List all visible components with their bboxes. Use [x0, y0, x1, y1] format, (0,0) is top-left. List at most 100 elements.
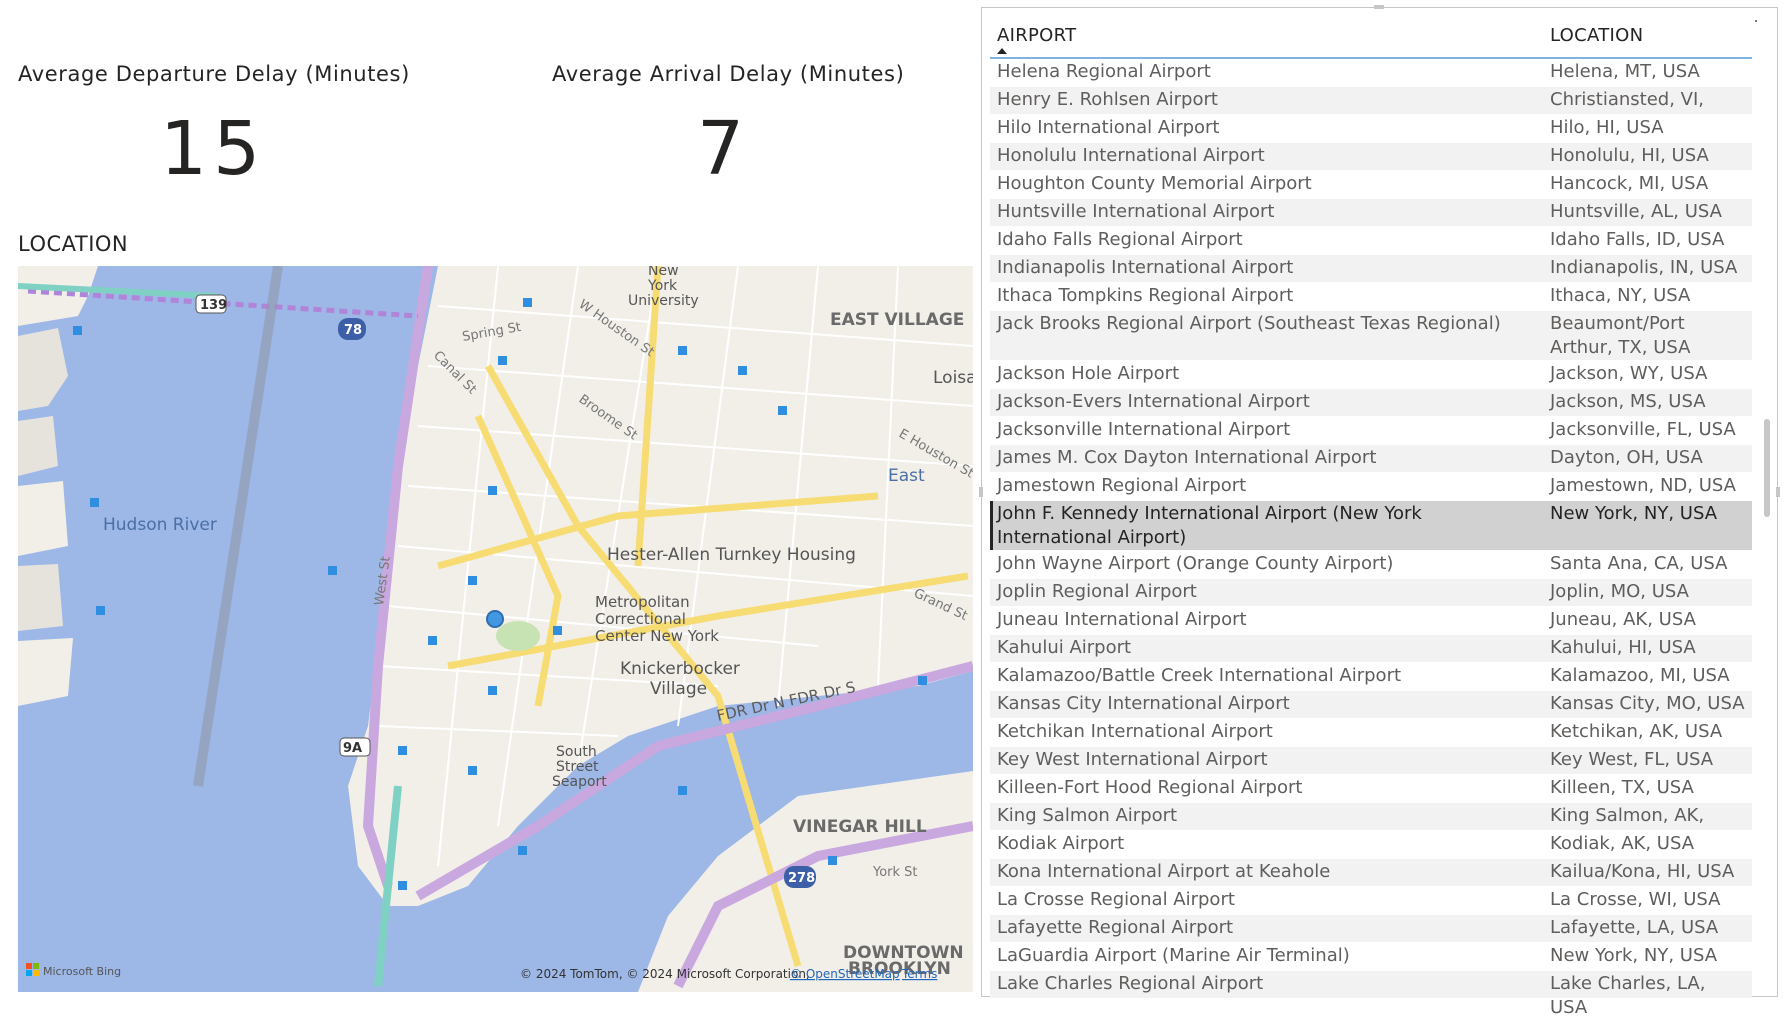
cell-airport: La Crosse Regional Airport: [997, 889, 1235, 910]
cell-location: Jamestown, ND, USA: [1550, 475, 1736, 496]
map-visual[interactable]: EAST VILLAGE East VINEGAR HILL DOWNTOWN …: [18, 266, 973, 992]
cell-airport: Honolulu International Airport: [997, 145, 1265, 166]
table-row[interactable]: Joplin Regional Airport Joplin, MO, USA: [990, 579, 1752, 607]
cell-location: Indianapolis, IN, USA: [1550, 257, 1738, 278]
table-row[interactable]: La Crosse Regional Airport La Crosse, WI,…: [990, 887, 1752, 915]
table-row[interactable]: Indianapolis International Airport Indian…: [990, 255, 1752, 283]
table-row[interactable]: Jacksonville International Airport Jackso…: [990, 417, 1752, 445]
cell-location: Jackson, WY, USA: [1550, 363, 1708, 384]
shield-139: 139: [200, 298, 227, 313]
cell-airport: Kahului Airport: [997, 637, 1132, 658]
nj-pier-3: [18, 481, 68, 556]
bing-logo-text: Microsoft Bing: [43, 965, 121, 978]
cell-location: Kahului, HI, USA: [1550, 637, 1696, 658]
arrival-delay-title: Average Arrival Delay (Minutes): [552, 62, 905, 86]
location-bubble[interactable]: [486, 610, 504, 628]
cell-airport: Kalamazoo/Battle Creek International Air…: [997, 665, 1402, 686]
map-canvas[interactable]: EAST VILLAGE East VINEGAR HILL DOWNTOWN …: [18, 266, 973, 992]
nj-pier-2: [18, 416, 58, 476]
label-east-river: East: [888, 466, 925, 486]
nj-pier-4: [18, 564, 63, 631]
cell-location: Lafayette, LA, USA: [1550, 917, 1719, 938]
resize-handle-right[interactable]: [1776, 487, 1780, 497]
cell-airport: Ketchikan International Airport: [997, 721, 1273, 742]
column-header-location[interactable]: LOCATION: [1550, 25, 1643, 46]
cell-airport: John Wayne Airport (Orange County Airpor…: [997, 553, 1394, 574]
table-row[interactable]: Hilo International Airport Hilo, HI, USA: [990, 115, 1752, 143]
cell-location: Kansas City, MO, USA: [1550, 693, 1745, 714]
cell-location: La Crosse, WI, USA: [1550, 889, 1721, 910]
cell-airport: John F. Kennedy International Airport (N…: [997, 503, 1422, 548]
cell-airport: Hilo International Airport: [997, 117, 1220, 138]
table-row[interactable]: Kona International Airport at Keahole Kai…: [990, 859, 1752, 887]
table-row[interactable]: Henry E. Rohlsen Airport Christiansted, V…: [990, 87, 1752, 134]
cell-location: Key West, FL, USA: [1550, 749, 1714, 770]
cell-location: Juneau, AK, USA: [1550, 609, 1696, 630]
table-row[interactable]: King Salmon AirportKing Salmon, AK, USA: [990, 803, 1752, 850]
cell-airport: Huntsville International Airport: [997, 201, 1275, 222]
cell-airport: Killeen-Fort Hood Regional Airport: [997, 777, 1303, 798]
cell-location: Huntsville, AL, USA: [1550, 201, 1722, 222]
airport-table-visual[interactable]: ⋯ AIRPORT LOCATION Helena Regional Airpo…: [979, 5, 1780, 1018]
cell-location: Idaho Falls, ID, USA: [1550, 229, 1725, 250]
table-row[interactable]: Kansas City International Airport Kansas …: [990, 691, 1752, 719]
table-row[interactable]: Idaho Falls Regional Airport Idaho Falls,…: [990, 227, 1752, 255]
cell-location: Jacksonville, FL, USA: [1550, 419, 1736, 440]
park-area: [496, 621, 540, 651]
table-row[interactable]: Killeen-Fort Hood Regional Airport Killee…: [990, 775, 1752, 803]
cell-location: Jackson, MS, USA: [1550, 391, 1706, 412]
label-hudson-river: Hudson River: [103, 515, 217, 535]
cell-airport: Kansas City International Airport: [997, 693, 1290, 714]
table-row[interactable]: Honolulu International Airport Honolulu, …: [990, 143, 1752, 171]
cell-airport: Joplin Regional Airport: [997, 581, 1197, 602]
table-row[interactable]: Lake Charles Regional Airport Lake Charle…: [990, 971, 1752, 1018]
table-row[interactable]: Key West International Airport Key West, …: [990, 747, 1752, 775]
cell-location: Ithaca, NY, USA: [1550, 285, 1691, 306]
table-row[interactable]: Lafayette Regional Airport Lafayette, LA,…: [990, 915, 1752, 943]
cell-airport: Jamestown Regional Airport: [997, 475, 1247, 496]
table-row[interactable]: John F. Kennedy International Airport (N…: [990, 501, 1752, 551]
table-row[interactable]: Juneau International Airport Juneau, AK, …: [990, 607, 1752, 635]
table-row[interactable]: Jackson-Evers International Airport Jacks…: [990, 389, 1752, 417]
table-row[interactable]: Ithaca Tompkins Regional Airport Ithaca, …: [990, 283, 1752, 311]
cell-location: Killeen, TX, USA: [1550, 777, 1694, 798]
label-metro-2: Correctional: [595, 610, 686, 628]
cell-airport: Ithaca Tompkins Regional Airport: [997, 285, 1294, 306]
shield-78: 78: [344, 323, 362, 338]
table-row[interactable]: Ketchikan International Airport Ketchikan…: [990, 719, 1752, 747]
cell-airport: Idaho Falls Regional Airport: [997, 229, 1243, 250]
table-row[interactable]: Jack Brooks Regional Airport (Southeast …: [990, 311, 1752, 361]
table-row[interactable]: Kodiak Airport Kodiak, AK, USA: [990, 831, 1752, 859]
table-row[interactable]: LaGuardia Airport (Marine Air Terminal) N…: [990, 943, 1752, 971]
label-metro-3: Center New York: [595, 627, 719, 645]
terms-link[interactable]: Terms: [901, 967, 937, 981]
table-row[interactable]: Jamestown Regional Airport Jamestown, ND,…: [990, 473, 1752, 501]
table-row[interactable]: Kahului Airport Kahului, HI, USA: [990, 635, 1752, 663]
table-row[interactable]: Helena Regional Airport Helena, MT, USA: [990, 59, 1752, 87]
cell-location: Honolulu, HI, USA: [1550, 145, 1709, 166]
table-row[interactable]: Jackson Hole Airport Jackson, WY, USA: [990, 361, 1752, 389]
column-header-airport[interactable]: AIRPORT: [997, 25, 1076, 46]
cell-airport: Houghton County Memorial Airport: [997, 173, 1312, 194]
resize-handle-top[interactable]: [1374, 5, 1384, 9]
table-row[interactable]: Huntsville International Airport Huntsvil…: [990, 199, 1752, 227]
label-south-3: Seaport: [552, 774, 607, 790]
label-nyu-2: York: [647, 278, 678, 294]
map-attribution: © 2024 TomTom, © 2024 Microsoft Corporat…: [520, 967, 810, 981]
osm-link[interactable]: © OpenStreetMap: [790, 967, 900, 981]
table-row[interactable]: James M. Cox Dayton International Airpor…: [990, 445, 1752, 473]
vertical-scrollbar[interactable]: [1764, 419, 1770, 517]
label-east-village: EAST VILLAGE: [830, 310, 964, 330]
table-row[interactable]: Houghton County Memorial Airport Hancock,…: [990, 171, 1752, 199]
map-title: LOCATION: [18, 232, 129, 256]
cell-airport: Jackson-Evers International Airport: [997, 391, 1310, 412]
cell-airport: King Salmon Airport: [997, 805, 1178, 826]
cell-airport: Jackson Hole Airport: [997, 363, 1180, 384]
resize-handle-left[interactable]: [979, 487, 983, 497]
table-row[interactable]: John Wayne Airport (Orange County Airpor…: [990, 551, 1752, 579]
cell-airport: Lake Charles Regional Airport: [997, 973, 1264, 994]
arrival-delay-value: 7: [697, 106, 751, 192]
table-row[interactable]: Kalamazoo/Battle Creek International Air…: [990, 663, 1752, 691]
label-nyu-3: University: [628, 293, 699, 309]
table-body: Helena Regional Airport Helena, MT, USA He…: [990, 59, 1752, 1018]
